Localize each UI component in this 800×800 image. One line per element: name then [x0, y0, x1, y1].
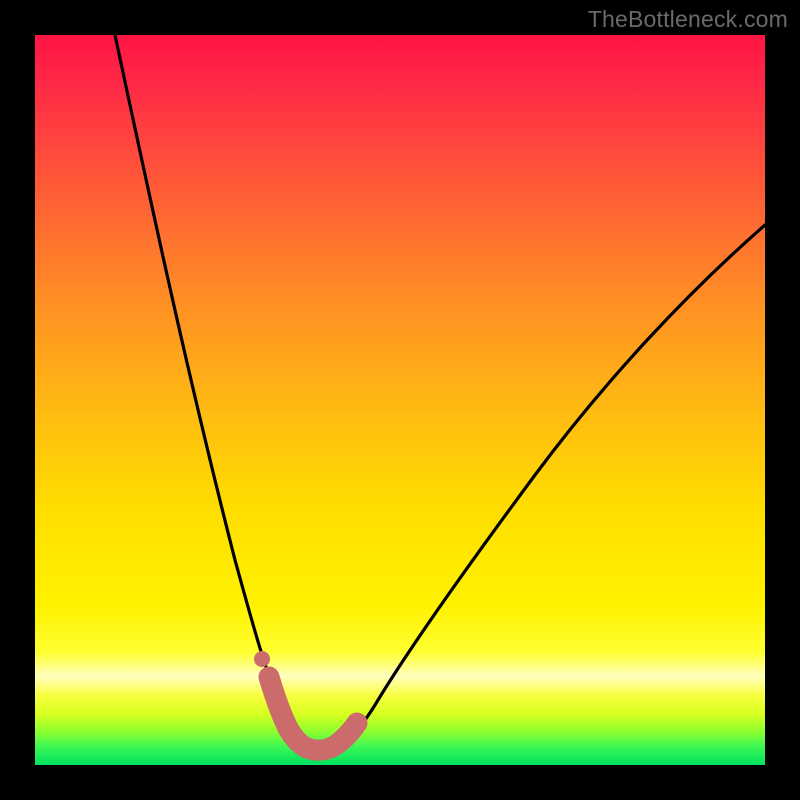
plot-area	[35, 35, 765, 765]
highlight-dot	[254, 651, 270, 667]
chart-frame: TheBottleneck.com	[0, 0, 800, 800]
bottleneck-curve	[115, 35, 765, 750]
highlight-region	[269, 677, 357, 750]
curve-layer	[35, 35, 765, 765]
watermark-text: TheBottleneck.com	[588, 6, 788, 33]
